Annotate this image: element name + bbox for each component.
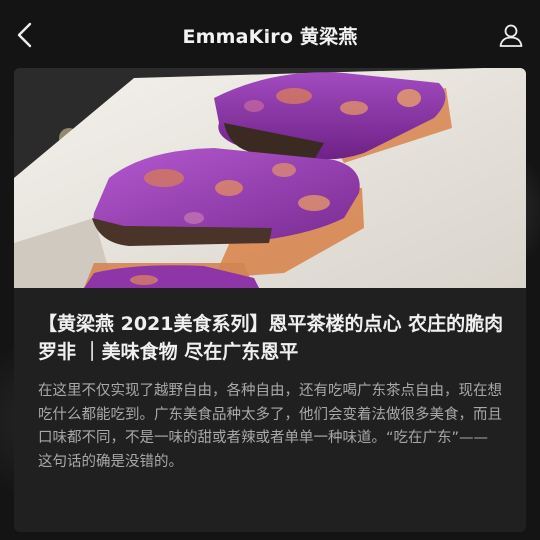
chevron-left-icon bbox=[17, 22, 32, 48]
article-title[interactable]: 【黄梁燕 2021美食系列】恩平茶楼的点心 农庄的脆肉罗非 ｜美味食物 尽在广东… bbox=[38, 310, 506, 366]
article-cover-image bbox=[14, 68, 526, 288]
article-summary: 在这里不仅实现了越野自由，各种自由，还有吃喝广东茶点自由，现在想吃什么都能吃到。… bbox=[38, 383, 502, 470]
article-text-area: 【黄梁燕 2021美食系列】恩平茶楼的点心 农庄的脆肉罗非 ｜美味食物 尽在广东… bbox=[14, 288, 526, 532]
page-title: EmmaKiro 黄梁燕 bbox=[182, 25, 358, 48]
top-bar: EmmaKiro 黄梁燕 bbox=[0, 0, 540, 70]
profile-button[interactable] bbox=[496, 20, 526, 50]
user-profile-icon bbox=[499, 24, 523, 47]
article-card[interactable]: 【黄梁燕 2021美食系列】恩平茶楼的点心 农庄的脆肉罗非 ｜美味食物 尽在广东… bbox=[14, 68, 526, 532]
back-button[interactable] bbox=[10, 20, 40, 50]
purple-pastry-photo bbox=[14, 68, 526, 288]
